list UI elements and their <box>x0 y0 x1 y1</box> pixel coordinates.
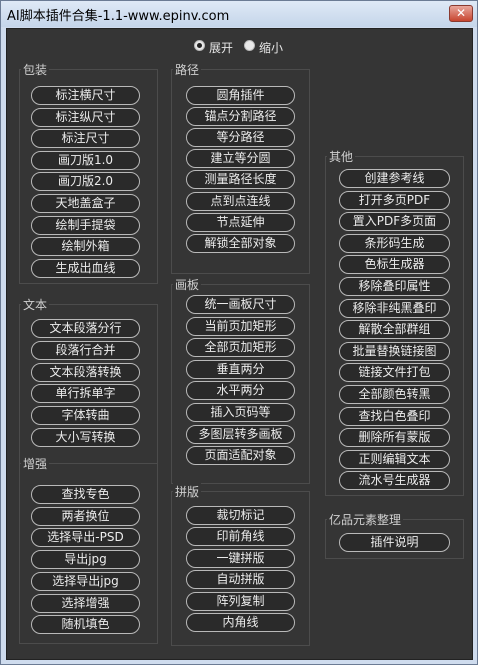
button-imposition-6[interactable]: 内角线 <box>186 613 295 632</box>
button-artboard-3[interactable]: 全部页加矩形 <box>186 338 295 358</box>
button-text-5[interactable]: 字体转曲 <box>31 406 140 426</box>
button-path-3[interactable]: 等分路径 <box>186 128 295 148</box>
button-other-3[interactable]: 置入PDF多页面 <box>339 212 450 232</box>
button-other-11[interactable]: 全部颜色转黑 <box>339 385 450 404</box>
close-button[interactable]: ✕ <box>449 5 473 22</box>
button-imposition-4[interactable]: 自动拼版 <box>186 570 295 590</box>
button-packaging-5[interactable]: 画刀版2.0 <box>31 172 140 192</box>
main-panel: 展开 缩小 包装标注横尺寸标注纵尺寸 标注尺寸 画刀版1.0 画刀版2.0 天地盖盒子绘… <box>6 28 473 660</box>
button-packaging-1[interactable]: 标注横尺寸 <box>31 86 140 105</box>
button-other-7[interactable]: 移除非纯黑叠印 <box>339 298 450 318</box>
button-enhance-4[interactable]: 导出jpg <box>31 550 140 570</box>
button-other-6[interactable]: 移除叠印属性 <box>339 277 450 296</box>
button-enhance-5[interactable]: 选择导出jpg <box>31 571 140 591</box>
button-path-7[interactable]: 节点延伸 <box>186 212 295 232</box>
button-enhance-3[interactable]: 选择导出-PSD <box>31 528 140 548</box>
app-window: AI脚本插件合集-1.1-www.epinv.com ✕ 展开 缩小 包装标注横… <box>0 0 478 665</box>
button-enhance-7[interactable]: 随机填色 <box>31 615 140 635</box>
button-other-15[interactable]: 流水号生成器 <box>339 471 450 491</box>
button-path-6[interactable]: 点到点连线 <box>186 191 295 211</box>
button-packaging-3[interactable]: 标注尺寸 <box>31 129 140 149</box>
button-text-1[interactable]: 文本段落分行 <box>31 319 140 338</box>
button-other-8[interactable]: 解散全部群组 <box>339 320 450 340</box>
button-text-3[interactable]: 文本段落转换 <box>31 362 140 382</box>
group-title-text: 文本 <box>21 296 50 313</box>
group-title-artboard: 画板 <box>173 276 202 293</box>
button-packaging-6[interactable]: 天地盖盒子 <box>31 194 140 213</box>
radio-collapse[interactable] <box>244 40 255 51</box>
button-enhance-6[interactable]: 选择增强 <box>31 593 140 613</box>
group-title-other: 其他 <box>327 148 356 165</box>
button-path-2[interactable]: 锚点分割路径 <box>186 107 295 127</box>
button-artboard-2[interactable]: 当前页加矩形 <box>186 316 295 336</box>
group-title-path: 路径 <box>173 61 202 78</box>
button-other-5[interactable]: 色标生成器 <box>339 255 450 275</box>
button-enhance-2[interactable]: 两者换位 <box>31 506 140 526</box>
button-text-2[interactable]: 段落行合并 <box>31 340 140 360</box>
button-other-9[interactable]: 批量替换链接图 <box>339 341 450 361</box>
button-packaging-7[interactable]: 绘制手提袋 <box>31 215 140 235</box>
button-path-5[interactable]: 测量路径长度 <box>186 170 295 190</box>
button-other-4[interactable]: 条形码生成 <box>339 233 450 253</box>
button-artboard-6[interactable]: 插入页码等 <box>186 403 295 422</box>
button-packaging-4[interactable]: 画刀版1.0 <box>31 150 140 170</box>
button-text-6[interactable]: 大小写转换 <box>31 428 140 447</box>
group-title-yipin: 亿品元素整理 <box>327 511 404 528</box>
button-imposition-2[interactable]: 印前角线 <box>186 527 295 547</box>
button-path-1[interactable]: 圆角插件 <box>186 86 295 105</box>
button-text-4[interactable]: 单行拆单字 <box>31 384 140 404</box>
radio-expand[interactable] <box>194 40 205 51</box>
group-title-imposition: 拼版 <box>173 483 202 500</box>
button-yipin-1[interactable]: 插件说明 <box>339 533 450 552</box>
window-title: AI脚本插件合集-1.1-www.epinv.com <box>7 9 230 24</box>
button-imposition-1[interactable]: 裁切标记 <box>186 506 295 525</box>
button-packaging-8[interactable]: 绘制外箱 <box>31 237 140 257</box>
button-path-8[interactable]: 解锁全部对象 <box>186 233 295 253</box>
button-other-1[interactable]: 创建参考线 <box>339 169 450 188</box>
button-imposition-3[interactable]: 一键拼版 <box>186 548 295 568</box>
button-other-2[interactable]: 打开多页PDF <box>339 190 450 210</box>
radio-expand-label[interactable]: 展开 <box>209 39 233 56</box>
button-artboard-1[interactable]: 统一画板尺寸 <box>186 295 295 314</box>
button-imposition-5[interactable]: 阵列复制 <box>186 591 295 611</box>
radio-collapse-label[interactable]: 缩小 <box>259 39 283 56</box>
group-title-packaging: 包装 <box>21 61 50 78</box>
view-mode-selector: 展开 缩小 <box>7 39 472 57</box>
button-other-12[interactable]: 查找白色叠印 <box>339 406 450 426</box>
button-artboard-5[interactable]: 水平两分 <box>186 381 295 401</box>
button-artboard-7[interactable]: 多图层转多画板 <box>186 424 295 444</box>
button-enhance-1[interactable]: 查找专色 <box>31 485 140 504</box>
button-artboard-8[interactable]: 页面适配对象 <box>186 446 295 466</box>
button-path-4[interactable]: 建立等分圆 <box>186 149 295 169</box>
button-packaging-9[interactable]: 生成出血线 <box>31 258 140 278</box>
button-other-13[interactable]: 删除所有蒙版 <box>339 428 450 448</box>
button-artboard-4[interactable]: 垂直两分 <box>186 359 295 379</box>
button-other-14[interactable]: 正则编辑文本 <box>339 449 450 469</box>
button-other-10[interactable]: 链接文件打包 <box>339 363 450 383</box>
button-packaging-2[interactable]: 标注纵尺寸 <box>31 107 140 127</box>
group-title-enhance: 增强 <box>21 455 50 472</box>
title-bar[interactable]: AI脚本插件合集-1.1-www.epinv.com ✕ <box>1 1 477 27</box>
